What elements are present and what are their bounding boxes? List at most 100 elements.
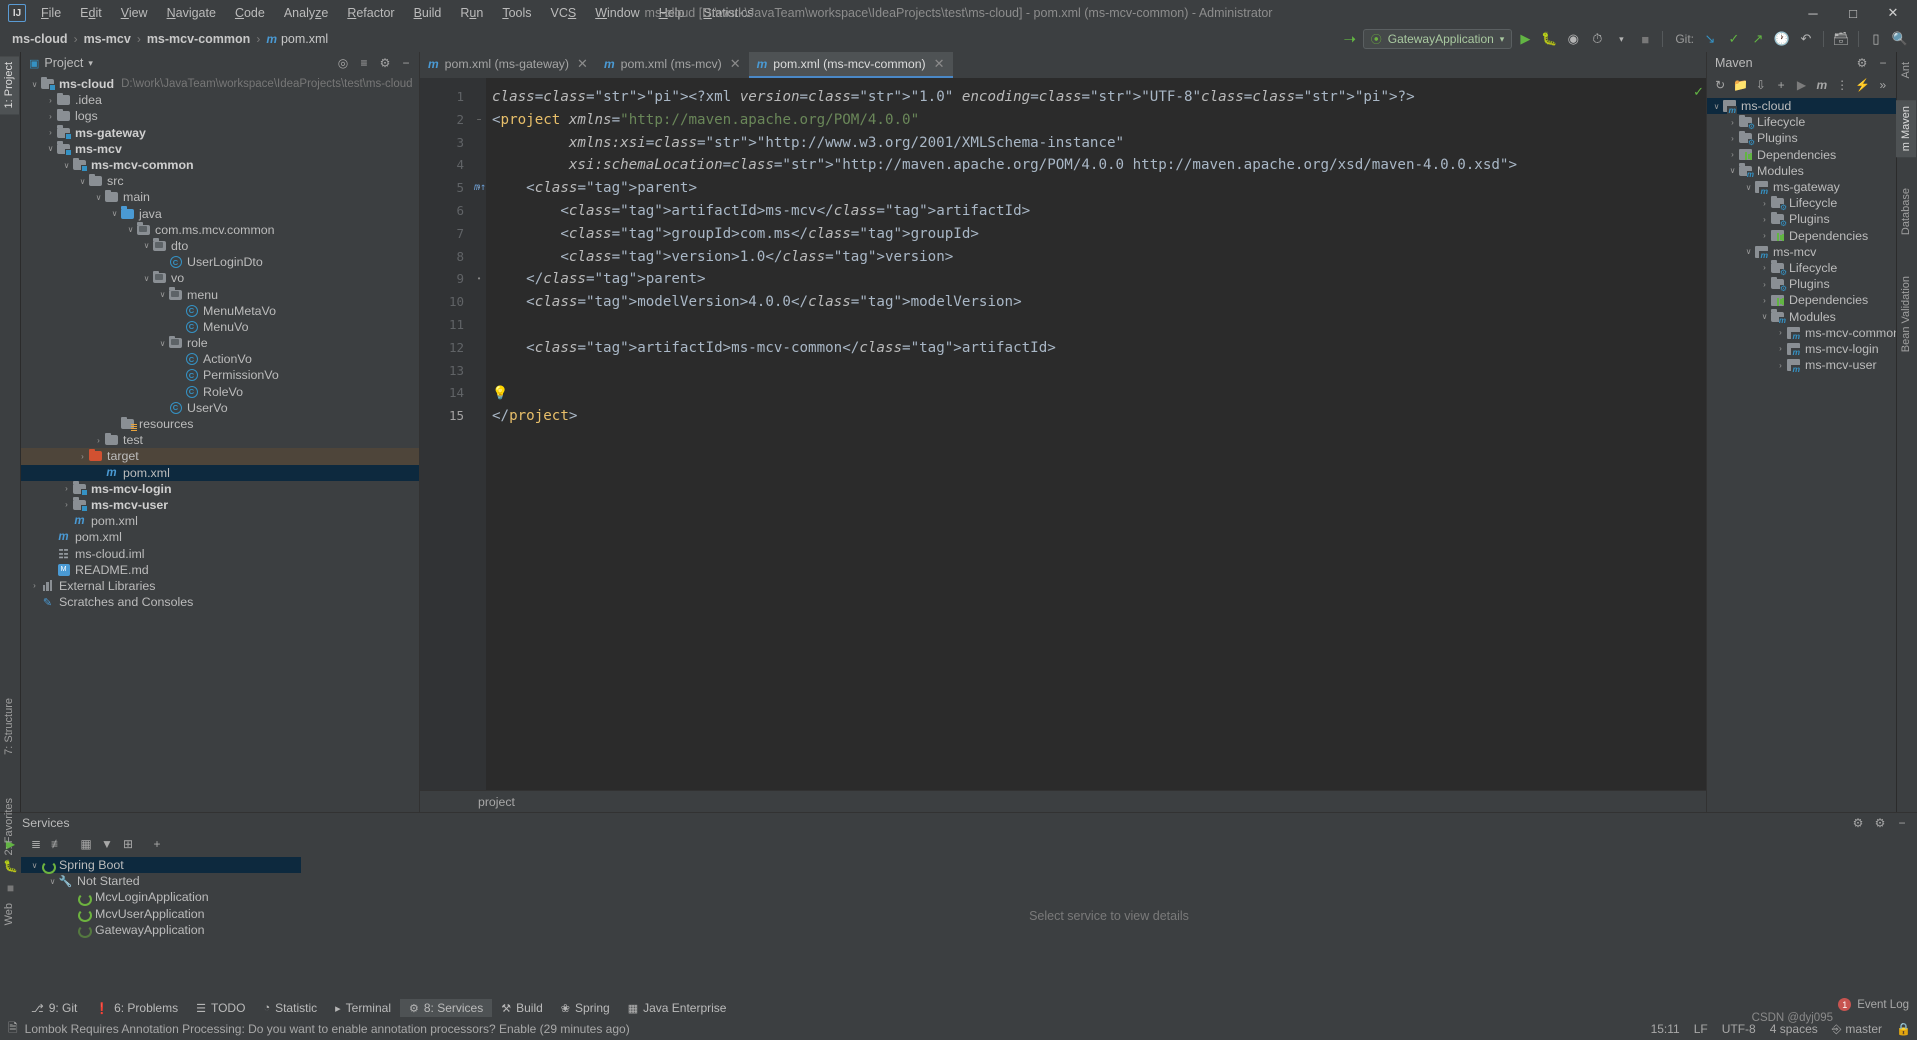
service-node-mcvuserapplication[interactable]: McvUserApplication (21, 906, 301, 923)
hide-icon[interactable]: − (1874, 54, 1892, 72)
read-only-icon[interactable]: 🔒 (1896, 1022, 1911, 1036)
download-sources-icon[interactable]: ⇩ (1752, 76, 1770, 95)
code-line-11[interactable] (486, 314, 1706, 337)
tool-strip-build[interactable]: ⚒ Build (492, 999, 552, 1017)
toggle-skip-tests-icon[interactable]: ⋮ (1833, 76, 1851, 95)
chevron-down-icon[interactable]: ▾ (88, 58, 93, 69)
rail-tab-web[interactable]: Web (0, 897, 19, 931)
main-menu[interactable]: File Edit View Navigate Code Analyze Ref… (32, 3, 762, 23)
menu-item-refactor[interactable]: Refactor (338, 3, 403, 23)
chevron-right-icon[interactable]: › (45, 128, 56, 137)
editor-tab-pom-ms-gateway[interactable]: m pom.xml (ms-gateway) ✕ (420, 52, 596, 78)
project-panel-title-group[interactable]: ▣ Project ▾ (29, 56, 93, 70)
editor-breadcrumb[interactable]: project (420, 790, 1706, 812)
chevron-right-icon[interactable]: › (93, 436, 104, 445)
toggle-offline-icon[interactable]: ⚡ (1853, 76, 1871, 95)
maven-tree[interactable]: ∨ms-cloud›Lifecycle›Plugins›Dependencies… (1707, 96, 1896, 812)
chevron-down-icon[interactable]: ∨ (1743, 247, 1754, 256)
menu-item-build[interactable]: Build (405, 3, 451, 23)
rail-tab-database[interactable]: Database (1896, 182, 1916, 241)
status-message-group[interactable]: 🗎 Lombok Requires Annotation Processing:… (8, 1019, 630, 1040)
chevron-down-icon[interactable]: ∨ (61, 161, 72, 170)
code-line-9[interactable]: </class="tag">parent> (486, 268, 1706, 291)
collapse-all-icon[interactable]: ≡ (355, 54, 373, 72)
breadcrumb-ms-cloud[interactable]: ms-cloud (6, 30, 74, 48)
maven-node-plugins[interactable]: › Plugins (1707, 276, 1896, 294)
fold-toggle-icon[interactable]: • (472, 268, 486, 291)
collapse-all-icon[interactable]: ≢ (48, 835, 66, 853)
chevron-down-icon[interactable]: ∨ (77, 177, 88, 186)
chevron-down-icon[interactable]: ∨ (29, 861, 40, 870)
group-icon[interactable]: ▦ (77, 835, 95, 853)
project-node-rolevo[interactable]: C RoleVo (21, 384, 419, 400)
minimize-button[interactable]: ─ (1793, 1, 1833, 25)
hide-icon[interactable]: − (1893, 814, 1911, 832)
chevron-right-icon[interactable]: › (1775, 344, 1786, 353)
project-node-resources[interactable]: resources (21, 416, 419, 432)
chevron-down-icon[interactable]: ∨ (93, 193, 104, 202)
editor-tab-pom-ms-mcv-common[interactable]: m pom.xml (ms-mcv-common) ✕ (748, 52, 953, 78)
project-node-menumetavo[interactable]: C MenuMetaVo (21, 303, 419, 319)
reload-icon[interactable]: ↻ (1711, 76, 1729, 95)
git-rollback-icon[interactable]: ↶ (1795, 28, 1817, 50)
menu-item-analyze[interactable]: Analyze (275, 3, 337, 23)
maven-panel-actions[interactable]: ⚙ − (1853, 54, 1892, 72)
project-node-ms-gateway[interactable]: › ms-gateway (21, 125, 419, 141)
search-everywhere-icon[interactable]: 🔍 (1889, 28, 1911, 50)
maven-parent-gutter-icon[interactable]: m↑ (474, 177, 486, 200)
rail-tab-ant[interactable]: Ant (1896, 56, 1916, 85)
project-node-ms-mcv-user[interactable]: › ms-mcv-user (21, 497, 419, 513)
chevron-right-icon[interactable]: › (61, 500, 72, 509)
chevron-right-icon[interactable]: › (61, 484, 72, 493)
maximize-button[interactable]: □ (1833, 1, 1873, 25)
chevron-right-icon[interactable]: › (1775, 328, 1786, 337)
project-structure-icon[interactable]: 🗃 (1830, 28, 1852, 50)
close-icon[interactable]: ✕ (934, 56, 945, 72)
rail-tab-maven[interactable]: m Maven (1896, 100, 1916, 158)
chevron-right-icon[interactable]: › (1759, 215, 1770, 224)
chevron-right-icon[interactable]: › (1727, 118, 1738, 127)
tool-strip-6-problems[interactable]: ❗ 6: Problems (86, 999, 187, 1017)
project-node-vo[interactable]: ∨ vo (21, 270, 419, 286)
maven-node-plugins[interactable]: › Plugins (1707, 211, 1896, 229)
chevron-right-icon[interactable]: › (1775, 361, 1786, 370)
tool-strip-8-services[interactable]: ⚙ 8: Services (400, 999, 493, 1017)
tool-strip-9-git[interactable]: ⎇ 9: Git (22, 999, 86, 1017)
git-commit-icon[interactable]: ✓ (1723, 28, 1745, 50)
code-line-14[interactable]: 💡 (486, 382, 1706, 405)
maven-node-ms-mcv-common[interactable]: › ms-mcv-common (1707, 325, 1896, 341)
close-button[interactable]: ✕ (1873, 1, 1913, 25)
chevron-right-icon[interactable]: › (45, 96, 56, 105)
add-tab-icon[interactable]: ⊞ (119, 835, 137, 853)
chevron-down-icon[interactable]: ∨ (1711, 102, 1722, 111)
indent-indicator[interactable]: 4 spaces (1770, 1022, 1818, 1036)
inspection-status-icon[interactable]: ✓ (1693, 84, 1704, 100)
rail-tab-project[interactable]: 1: Project (0, 56, 19, 115)
help-icon[interactable]: ⚙ (1871, 814, 1889, 832)
project-node-dto[interactable]: ∨ dto (21, 238, 419, 254)
chevron-down-icon[interactable]: ∨ (29, 80, 40, 89)
window-controls[interactable]: ─ □ ✕ (1793, 1, 1917, 25)
maven-node-dependencies[interactable]: › Dependencies (1707, 292, 1896, 308)
right-tool-rail[interactable]: Ant m Maven Database Bean Validation (1896, 52, 1917, 812)
chevron-down-icon[interactable]: ∨ (1727, 166, 1738, 175)
project-node-pom-xml[interactable]: m pom.xml (21, 529, 419, 545)
chevron-right-icon[interactable]: › (1759, 263, 1770, 272)
maven-node-ms-cloud[interactable]: ∨ ms-cloud (1707, 98, 1896, 115)
code-line-7[interactable]: <class="tag">groupId>com.ms</class="tag"… (486, 223, 1706, 246)
code-line-6[interactable]: <class="tag">artifactId>ms-mcv</class="t… (486, 200, 1706, 223)
project-node-ms-cloud-iml[interactable]: ☷ ms-cloud.iml (21, 545, 419, 561)
profiler-icon[interactable]: ⏱ (1586, 28, 1608, 50)
line-separator[interactable]: LF (1694, 1022, 1708, 1036)
menu-item-help[interactable]: Help (650, 3, 694, 23)
project-node-ms-mcv-login[interactable]: › ms-mcv-login (21, 481, 419, 497)
tool-window-strip[interactable]: ⎇ 9: Git ❗ 6: Problems ☰ TODO ◔ Statistic ▸ Termi… (0, 998, 1917, 1018)
chevron-right-icon[interactable]: › (1759, 199, 1770, 208)
chevron-right-icon[interactable]: › (45, 112, 56, 121)
maven-node-dependencies[interactable]: › Dependencies (1707, 228, 1896, 244)
run-with-coverage-icon[interactable]: ◉ (1562, 28, 1584, 50)
project-node-actionvo[interactable]: C ActionVo (21, 351, 419, 367)
tool-strip-spring[interactable]: ❀ Spring (552, 999, 619, 1017)
debug-icon[interactable]: 🐛 (1538, 28, 1560, 50)
close-icon[interactable]: ✕ (577, 56, 588, 72)
